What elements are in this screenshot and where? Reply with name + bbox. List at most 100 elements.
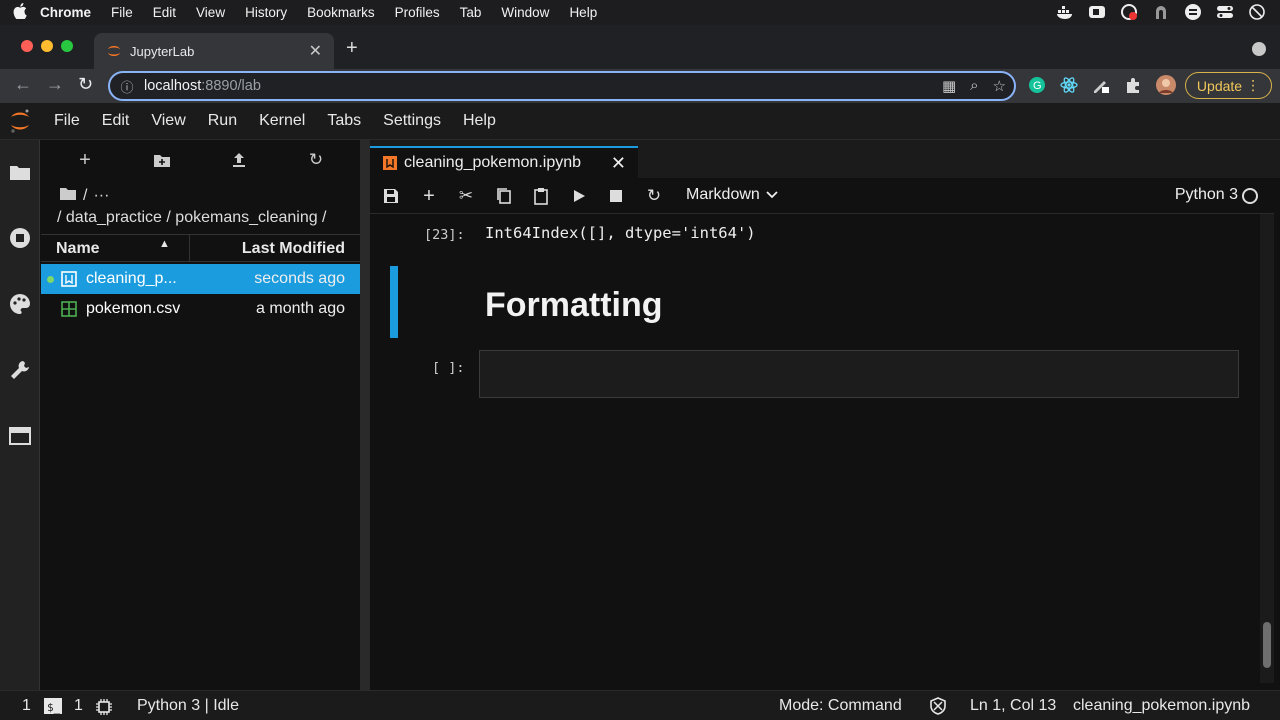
qr-code-icon[interactable]: ▦ — [942, 77, 956, 95]
menu-profiles[interactable]: Profiles — [395, 5, 440, 20]
copy-icon[interactable] — [494, 186, 514, 206]
jupyter-menu-run[interactable]: Run — [208, 112, 237, 130]
chrome-update-button[interactable]: Update ⋮ — [1185, 72, 1272, 99]
jupyter-menu-edit[interactable]: Edit — [102, 112, 130, 130]
menu-tab[interactable]: Tab — [460, 5, 482, 20]
wrench-icon[interactable] — [8, 358, 32, 382]
jupyter-menu-view[interactable]: View — [151, 112, 185, 130]
profile-avatar[interactable] — [1156, 75, 1176, 100]
jupyter-menu-tabs[interactable]: Tabs — [327, 112, 361, 130]
react-devtools-icon[interactable] — [1060, 76, 1078, 99]
site-info-icon[interactable]: ⓘ — [110, 77, 144, 96]
column-divider[interactable] — [189, 235, 190, 261]
notebook-icon — [61, 271, 77, 287]
refresh-icon[interactable]: ↻ — [306, 150, 326, 170]
window-zoom-button[interactable] — [61, 40, 73, 52]
run-icon[interactable] — [569, 186, 589, 206]
file-browser-toolbar: + ↻ — [41, 140, 360, 178]
markdown-heading[interactable]: Formatting — [485, 286, 663, 325]
kernel-chip-icon[interactable] — [95, 698, 113, 720]
new-folder-icon[interactable] — [152, 150, 172, 170]
upload-icon[interactable] — [229, 150, 249, 170]
running-kernels-icon[interactable] — [8, 226, 32, 250]
breadcrumb-more[interactable]: ··· — [93, 187, 109, 205]
tab-cleaning-pokemon[interactable]: cleaning_pokemon.ipynb ✕ — [370, 146, 638, 178]
palette-icon[interactable] — [8, 292, 32, 316]
terminal-icon[interactable]: $_ — [44, 698, 62, 719]
column-name[interactable]: Name — [56, 240, 100, 258]
pen-tool-icon[interactable] — [1092, 76, 1110, 99]
paste-icon[interactable] — [531, 186, 551, 206]
extensions-puzzle-icon[interactable] — [1124, 76, 1142, 99]
menu-file[interactable]: File — [111, 5, 133, 20]
folder-icon[interactable] — [8, 160, 32, 184]
save-icon[interactable] — [381, 186, 401, 206]
address-bar[interactable]: ⓘ localhost:8890/lab ▦ ⌕ ☆ — [108, 71, 1016, 101]
control-center-icon[interactable] — [1216, 3, 1234, 21]
docker-icon[interactable] — [1056, 3, 1074, 21]
tab-search-icon[interactable] — [1252, 42, 1266, 56]
column-last-modified[interactable]: Last Modified — [242, 240, 345, 258]
apple-icon[interactable] — [0, 2, 40, 23]
menu-help[interactable]: Help — [569, 5, 597, 20]
stop-icon[interactable] — [606, 186, 626, 206]
restart-kernel-icon[interactable]: ↻ — [644, 186, 664, 206]
forward-arrow-icon[interactable]: → — [46, 74, 64, 95]
update-button-label: Update — [1196, 77, 1243, 94]
tabs-icon[interactable] — [8, 424, 32, 448]
scrollbar-thumb[interactable] — [1263, 622, 1271, 668]
kernel-count[interactable]: 1 — [74, 697, 83, 715]
menu-history[interactable]: History — [245, 5, 287, 20]
file-row-notebook[interactable]: cleaning_p... seconds ago — [41, 264, 360, 294]
trusted-shield-icon[interactable] — [929, 697, 947, 720]
jupyter-menu-settings[interactable]: Settings — [383, 112, 441, 130]
menu-chrome[interactable]: Chrome — [40, 5, 91, 20]
jupyter-logo-icon — [0, 103, 40, 140]
close-notebook-tab-icon[interactable]: ✕ — [611, 153, 626, 174]
close-tab-icon[interactable]: ✕ — [309, 41, 322, 61]
jupyter-menu-kernel[interactable]: Kernel — [259, 112, 305, 130]
browser-tab-jupyterlab[interactable]: JupyterLab ✕ — [94, 33, 334, 69]
kernel-name[interactable]: Python 3 — [1175, 186, 1238, 204]
sort-ascending-icon[interactable]: ▲ — [159, 238, 170, 250]
bookmark-star-icon[interactable]: ☆ — [993, 77, 1006, 95]
status-bar: 1 $_ 1 Python 3 | Idle Mode: Command Ln … — [0, 690, 1280, 720]
jupyter-menu-help[interactable]: Help — [463, 112, 496, 130]
code-cell-editor[interactable] — [479, 350, 1239, 398]
video-camera-icon[interactable] — [1088, 3, 1106, 21]
vpn-icon[interactable] — [1184, 3, 1202, 21]
back-arrow-icon[interactable]: ← — [14, 74, 32, 95]
cell-output: Int64Index([], dtype='int64') — [485, 224, 756, 242]
reload-icon[interactable]: ↻ — [78, 74, 93, 95]
cursor-position[interactable]: Ln 1, Col 13 — [970, 697, 1056, 715]
menu-view[interactable]: View — [196, 5, 225, 20]
grammarly-icon[interactable]: G — [1028, 76, 1046, 99]
window-minimize-button[interactable] — [41, 40, 53, 52]
window-close-button[interactable] — [21, 40, 33, 52]
breadcrumb-path[interactable]: / data_practice / pokemans_cleaning / — [57, 209, 327, 227]
zoom-icon[interactable]: ⌕ — [970, 77, 978, 95]
insert-cell-icon[interactable]: + — [419, 185, 439, 207]
file-modified: a month ago — [256, 300, 345, 317]
notebook-scrollbar[interactable] — [1260, 214, 1274, 683]
home-folder-icon[interactable] — [59, 186, 77, 205]
browser-tab-title: JupyterLab — [130, 43, 195, 59]
menu-window[interactable]: Window — [501, 5, 549, 20]
record-icon[interactable] — [1120, 3, 1138, 21]
menu-edit[interactable]: Edit — [153, 5, 176, 20]
terminal-count[interactable]: 1 — [22, 697, 31, 715]
file-row-csv[interactable]: pokemon.csv a month ago — [41, 294, 360, 324]
new-tab-icon[interactable]: + — [346, 37, 358, 60]
new-launcher-icon[interactable]: + — [75, 149, 95, 171]
notebook-tab-icon — [382, 155, 398, 171]
menu-bookmarks[interactable]: Bookmarks — [307, 5, 375, 20]
cell-type-value: Markdown — [686, 186, 760, 203]
jupyter-menu-file[interactable]: File — [54, 112, 80, 130]
kernel-status[interactable]: Python 3 | Idle — [137, 697, 239, 715]
do-not-disturb-icon[interactable] — [1248, 3, 1266, 21]
arch-icon[interactable] — [1152, 3, 1170, 21]
cell-type-select[interactable]: Markdown — [686, 186, 778, 204]
active-cell-indicator[interactable] — [390, 266, 398, 338]
cut-icon[interactable]: ✂ — [456, 186, 476, 206]
panel-splitter[interactable] — [360, 140, 370, 690]
